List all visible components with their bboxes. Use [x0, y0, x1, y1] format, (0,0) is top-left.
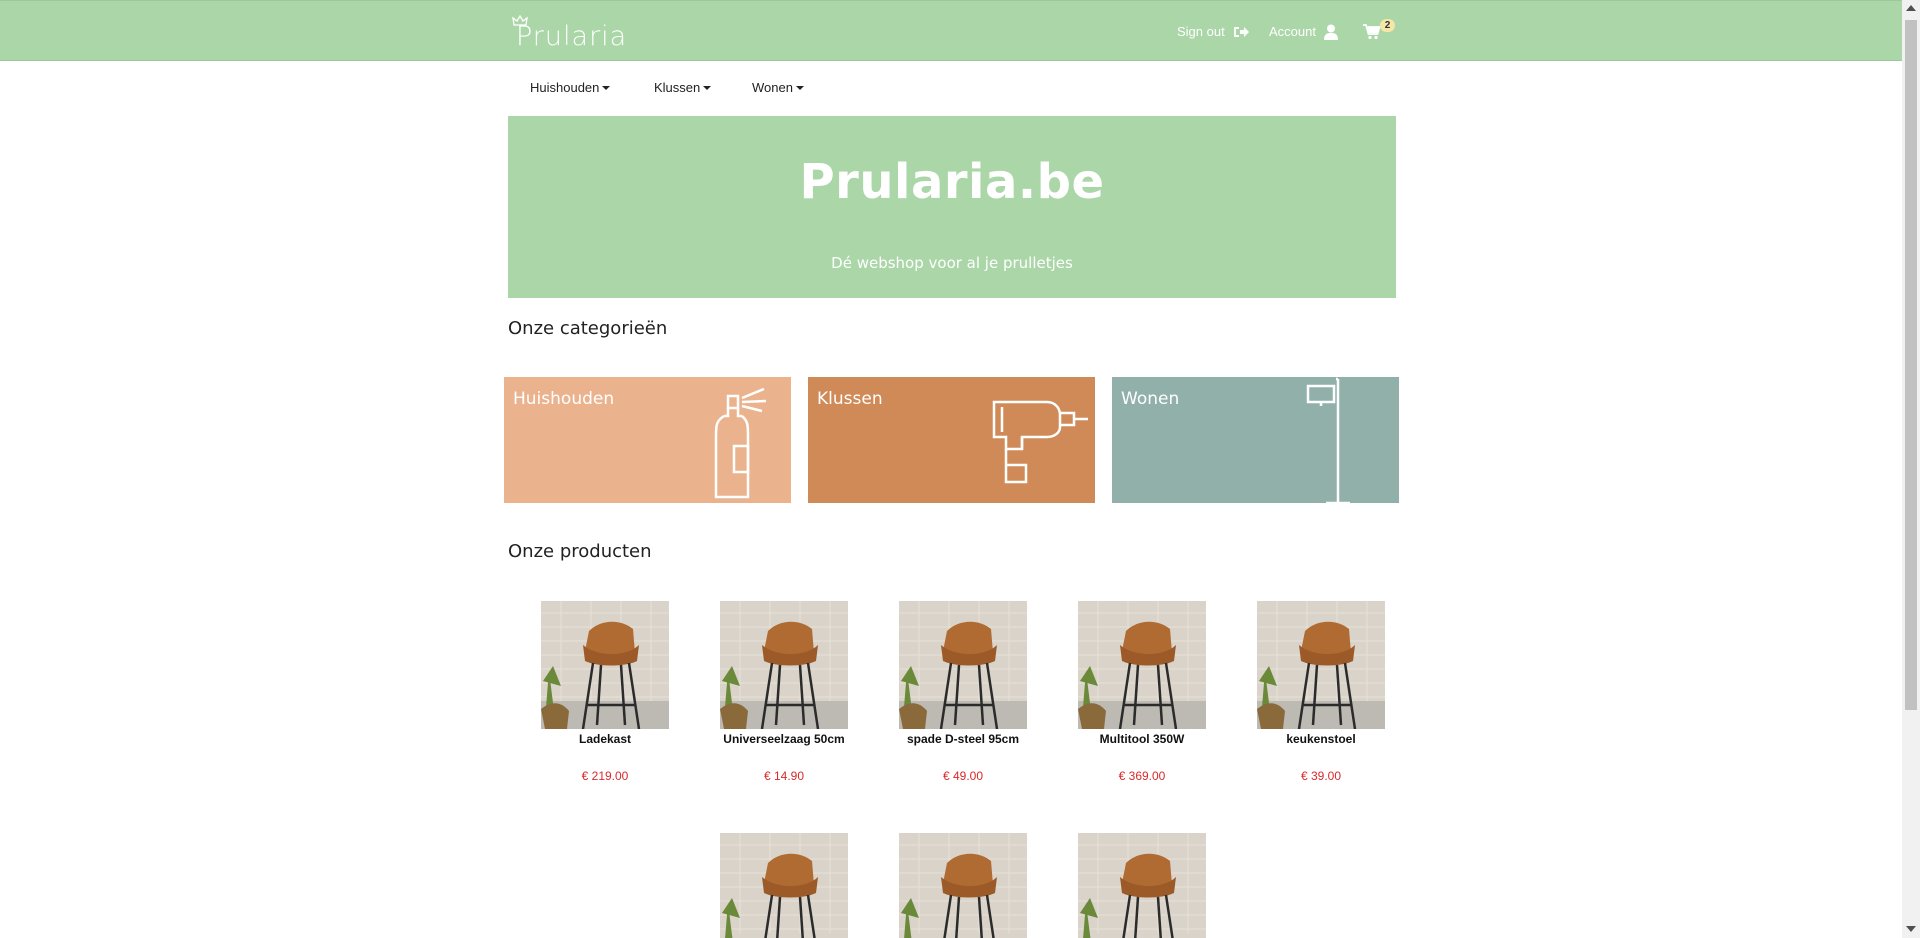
menu-item-label: Huishouden	[530, 80, 600, 95]
menu-item-label: Wonen	[752, 80, 793, 95]
chair-image	[1078, 601, 1206, 729]
product-image[interactable]	[1078, 601, 1206, 729]
product-price: € 219.00	[581, 769, 629, 783]
product-image[interactable]	[1257, 601, 1385, 729]
sign-out-link[interactable]: Sign out	[1177, 1, 1250, 62]
product-name[interactable]: Multitool 350W	[1058, 732, 1226, 746]
drill-icon	[992, 400, 1088, 484]
product-name[interactable]: Universeelzaag 50cm	[700, 732, 868, 746]
lamp-icon	[1306, 377, 1350, 503]
chair-image	[899, 833, 1027, 938]
product-image[interactable]	[1078, 833, 1206, 938]
chair-image	[1078, 833, 1206, 938]
product-card[interactable]: Multitool 350W € 369.00	[1078, 601, 1206, 783]
scroll-up-icon[interactable]	[1906, 5, 1916, 11]
spray-bottle-icon	[714, 387, 767, 499]
top-navbar: Prularia Sign out Account 2	[0, 0, 1902, 61]
product-image[interactable]	[899, 833, 1027, 938]
product-name[interactable]: spade D-steel 95cm	[879, 732, 1047, 746]
chair-image	[899, 601, 1027, 729]
product-card[interactable]: keukenstoel € 39.00	[1257, 601, 1385, 783]
category-card-huishouden[interactable]: Huishouden	[504, 377, 791, 503]
sign-out-icon	[1233, 26, 1249, 37]
chair-image	[541, 601, 669, 729]
category-card-klussen[interactable]: Klussen	[808, 377, 1095, 503]
product-name[interactable]: keukenstoel	[1237, 732, 1405, 746]
account-label: Account	[1269, 24, 1316, 39]
hero-banner: Prularia.be Dé webshop voor al je prulle…	[508, 116, 1396, 298]
product-price: € 39.00	[1300, 769, 1342, 783]
cart-link[interactable]: 2	[1363, 1, 1395, 62]
chair-image	[720, 833, 848, 938]
hero-subtitle: Dé webshop voor al je prulletjes	[831, 254, 1073, 272]
user-icon	[1323, 24, 1338, 40]
hero-title: Prularia.be	[799, 154, 1105, 210]
menu-huishouden[interactable]: Huishouden	[530, 80, 611, 95]
categories-heading: Onze categorieën	[508, 318, 668, 339]
product-image[interactable]	[899, 601, 1027, 729]
product-name[interactable]: Ladekast	[521, 732, 689, 746]
product-card[interactable]: Universeelzaag 50cm € 14.90	[720, 601, 848, 783]
category-card-wonen[interactable]: Wonen	[1112, 377, 1399, 503]
category-label: Huishouden	[513, 389, 615, 409]
cart-count-badge: 2	[1380, 19, 1395, 32]
product-price: € 14.90	[763, 769, 805, 783]
product-card[interactable]	[720, 833, 848, 938]
chair-image	[1257, 601, 1385, 729]
product-image[interactable]	[720, 833, 848, 938]
product-price: € 49.00	[942, 769, 984, 783]
menu-wonen[interactable]: Wonen	[752, 80, 804, 95]
product-image[interactable]	[541, 601, 669, 729]
category-label: Klussen	[817, 389, 883, 409]
product-card[interactable]: Ladekast € 219.00	[541, 601, 669, 783]
product-image[interactable]	[720, 601, 848, 729]
sign-out-label: Sign out	[1177, 24, 1225, 39]
product-card[interactable]	[899, 833, 1027, 938]
chair-image	[720, 601, 848, 729]
caret-down-icon	[602, 85, 611, 90]
logo-text: Prularia	[516, 21, 628, 52]
account-link[interactable]: Account	[1269, 1, 1338, 62]
products-heading: Onze producten	[508, 541, 652, 562]
menu-klussen[interactable]: Klussen	[654, 80, 712, 95]
caret-down-icon	[795, 85, 804, 90]
menu-item-label: Klussen	[654, 80, 701, 95]
caret-down-icon	[703, 85, 712, 90]
product-price: € 369.00	[1118, 769, 1166, 783]
category-label: Wonen	[1121, 389, 1180, 409]
product-card[interactable]	[1078, 833, 1206, 938]
product-card[interactable]: spade D-steel 95cm € 49.00	[899, 601, 1027, 783]
shopping-cart-icon	[1363, 23, 1381, 39]
scroll-down-icon[interactable]	[1906, 926, 1916, 932]
scrollbar-thumb[interactable]	[1905, 20, 1917, 710]
